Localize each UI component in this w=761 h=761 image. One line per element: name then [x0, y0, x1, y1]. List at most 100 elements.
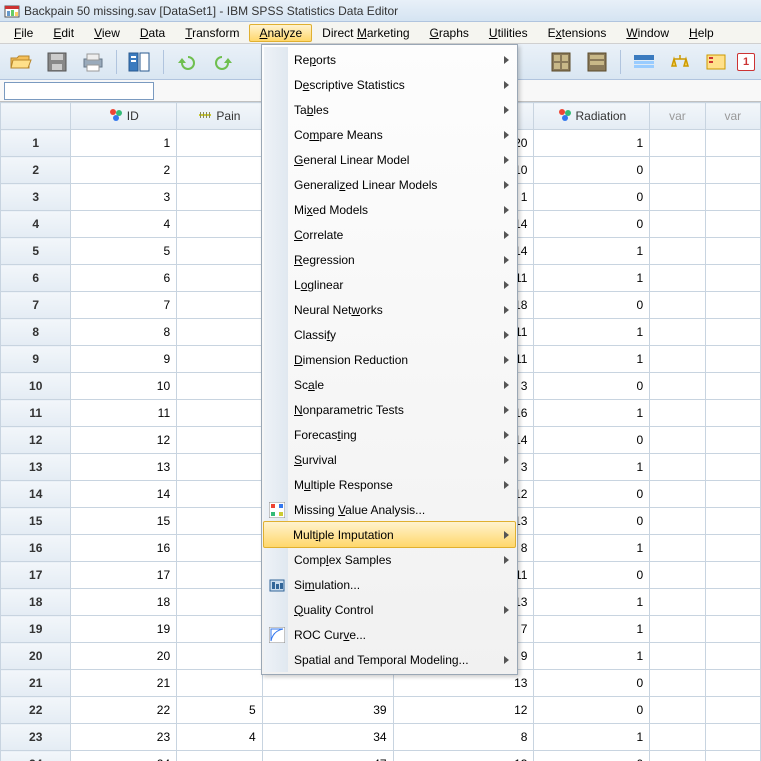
cell-pain[interactable]: [177, 751, 263, 761]
menu-item-mixed-models[interactable]: Mixed Models: [264, 197, 515, 222]
col-header-pain[interactable]: Pain: [177, 103, 263, 130]
menu-item-quality-control[interactable]: Quality Control: [264, 597, 515, 622]
menu-item-compare-means[interactable]: Compare Means: [264, 122, 515, 147]
row-header[interactable]: 6: [1, 265, 71, 292]
row-header[interactable]: 2: [1, 157, 71, 184]
cell-var2[interactable]: [705, 265, 760, 292]
cell-radiation[interactable]: 0: [534, 292, 650, 319]
cell-var[interactable]: [650, 697, 705, 724]
cell-radiation[interactable]: 1: [534, 454, 650, 481]
row-header[interactable]: 10: [1, 373, 71, 400]
cell-var2[interactable]: [705, 130, 760, 157]
cell-id[interactable]: 18: [71, 589, 177, 616]
cell-id[interactable]: 19: [71, 616, 177, 643]
cell-pain[interactable]: [177, 346, 263, 373]
cell-pain[interactable]: [177, 319, 263, 346]
cell-var2[interactable]: [705, 724, 760, 751]
cell-radiation[interactable]: 0: [534, 184, 650, 211]
cell-pain[interactable]: [177, 292, 263, 319]
row-header[interactable]: 18: [1, 589, 71, 616]
cell-radiation[interactable]: 0: [534, 670, 650, 697]
cell-pain[interactable]: [177, 265, 263, 292]
cell-var2[interactable]: [705, 562, 760, 589]
cell-var[interactable]: [650, 670, 705, 697]
cell-var[interactable]: [650, 724, 705, 751]
menu-item-correlate[interactable]: Correlate: [264, 222, 515, 247]
menu-item-survival[interactable]: Survival: [264, 447, 515, 472]
cell-radiation[interactable]: 1: [534, 346, 650, 373]
menu-window[interactable]: Window: [616, 24, 679, 42]
cell-radiation[interactable]: 1: [534, 130, 650, 157]
cell-id[interactable]: 17: [71, 562, 177, 589]
menu-item-classify[interactable]: Classify: [264, 322, 515, 347]
menu-item-loglinear[interactable]: Loglinear: [264, 272, 515, 297]
row-header[interactable]: 11: [1, 400, 71, 427]
cell-var2[interactable]: [705, 238, 760, 265]
cell-pain[interactable]: [177, 454, 263, 481]
variables-button[interactable]: [629, 48, 659, 76]
col-header-id[interactable]: ID: [71, 103, 177, 130]
cell-pain[interactable]: [177, 481, 263, 508]
cell-var2[interactable]: [705, 373, 760, 400]
cell-pain[interactable]: [177, 643, 263, 670]
cell-pain[interactable]: [177, 670, 263, 697]
cell-radiation[interactable]: 0: [534, 562, 650, 589]
menu-item-spatial-temporal[interactable]: Spatial and Temporal Modeling...: [264, 647, 515, 672]
cell-var2[interactable]: [705, 157, 760, 184]
row-header[interactable]: 13: [1, 454, 71, 481]
cell-var[interactable]: [650, 346, 705, 373]
col-header-radiation[interactable]: Radiation: [534, 103, 650, 130]
cell-id[interactable]: 8: [71, 319, 177, 346]
menu-extensions[interactable]: Extensions: [538, 24, 617, 42]
menu-analyze[interactable]: Analyze: [249, 24, 312, 42]
cell-radiation[interactable]: 0: [534, 481, 650, 508]
row-header[interactable]: 19: [1, 616, 71, 643]
cell-pain[interactable]: [177, 616, 263, 643]
cell-var2[interactable]: [705, 211, 760, 238]
cell-id[interactable]: 3: [71, 184, 177, 211]
cell-var2[interactable]: [705, 481, 760, 508]
cell-var[interactable]: [650, 643, 705, 670]
cell-var[interactable]: [650, 427, 705, 454]
cell-pain[interactable]: [177, 508, 263, 535]
cell-var[interactable]: [650, 184, 705, 211]
cell-var2[interactable]: [705, 184, 760, 211]
cell-var[interactable]: [650, 238, 705, 265]
row-header[interactable]: 3: [1, 184, 71, 211]
cell-var2[interactable]: [705, 508, 760, 535]
cell-pain[interactable]: 4: [177, 724, 263, 751]
menu-edit[interactable]: Edit: [43, 24, 84, 42]
col-header-var2[interactable]: var: [705, 103, 760, 130]
cell-pain[interactable]: [177, 238, 263, 265]
row-header[interactable]: 21: [1, 670, 71, 697]
save-button[interactable]: [42, 48, 72, 76]
menu-item-neural-networks[interactable]: Neural Networks: [264, 297, 515, 322]
cell-var2[interactable]: [705, 427, 760, 454]
row-header[interactable]: 17: [1, 562, 71, 589]
menu-direct-marketing[interactable]: Direct Marketing: [312, 24, 419, 42]
row-header[interactable]: 4: [1, 211, 71, 238]
goto-case-button[interactable]: [546, 48, 576, 76]
cell-var[interactable]: [650, 130, 705, 157]
menu-data[interactable]: Data: [130, 24, 175, 42]
menu-item-tables[interactable]: Tables: [264, 97, 515, 122]
cell-id[interactable]: 14: [71, 481, 177, 508]
cell-id[interactable]: 10: [71, 373, 177, 400]
menu-utilities[interactable]: Utilities: [479, 24, 538, 42]
cell-radiation[interactable]: 0: [534, 751, 650, 761]
cell-id[interactable]: 6: [71, 265, 177, 292]
cell-pain[interactable]: [177, 535, 263, 562]
menu-help[interactable]: Help: [679, 24, 724, 42]
cell-radiation[interactable]: 1: [534, 400, 650, 427]
cell-var[interactable]: [650, 454, 705, 481]
cell-var2[interactable]: [705, 319, 760, 346]
row-header[interactable]: 1: [1, 130, 71, 157]
cell-id[interactable]: 15: [71, 508, 177, 535]
cell-c4[interactable]: 8: [393, 724, 534, 751]
menu-item-nonparametric-tests[interactable]: Nonparametric Tests: [264, 397, 515, 422]
cell-radiation[interactable]: 0: [534, 508, 650, 535]
menu-file[interactable]: File: [4, 24, 43, 42]
cell-var[interactable]: [650, 535, 705, 562]
cell-pain[interactable]: [177, 373, 263, 400]
cell-var[interactable]: [650, 562, 705, 589]
